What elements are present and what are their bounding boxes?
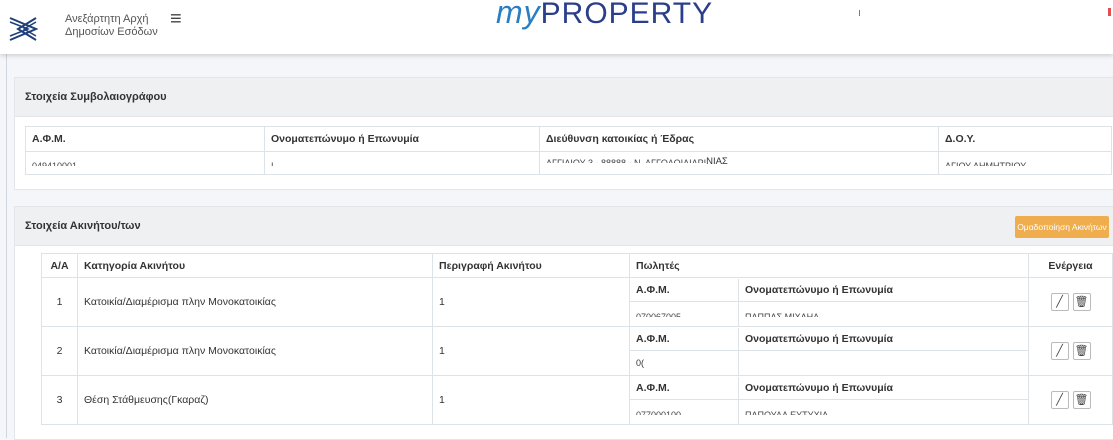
notary-address: ΑΓΓΙΑΙΟΥ 3 - 88888 - Ν. ΑΓΓΟΛΟΙΑΙΑΡΙΝΙΑΣ: [539, 151, 939, 175]
seller-col-name: Ονοματεπώνυμο ή Επωνυμία: [738, 327, 1028, 351]
sellers-subtable: Α.Φ.Μ. Ονοματεπώνυμο ή Επωνυμία 077000100…: [630, 376, 1029, 424]
row-aa: 1: [41, 277, 78, 327]
notary-doy-value: ΑΓΙΟΥ ΔΗΜΗΤΡΙΟΥ: [945, 161, 1027, 166]
table-row: 3 Θέση Στάθμευσης(Γκαραζ) 1 Α.Φ.Μ. Ονοματ…: [41, 375, 1113, 425]
seller-name: [739, 350, 1029, 375]
left-border: [6, 54, 7, 438]
notary-afm: 049410001: [25, 151, 265, 175]
header-marker-right: [1108, 8, 1111, 16]
row-actions: ╱ 🗑: [1028, 277, 1113, 327]
sellers-subtable: Α.Φ.Μ. Ονοματεπώνυμο ή Επωνυμία 0(: [630, 327, 1029, 375]
row-description: 1: [432, 375, 630, 425]
col-aa: Α/Α: [41, 253, 78, 278]
menu-icon[interactable]: ≡: [170, 8, 182, 31]
row-aa: 2: [41, 326, 78, 376]
col-name: Ονοματεπώνυμο ή Επωνυμία: [264, 126, 540, 152]
notary-name-value: Ι: [271, 161, 274, 166]
row-actions: ╱ 🗑: [1028, 375, 1113, 425]
seller-col-afm: Α.Φ.Μ.: [630, 376, 739, 400]
top-bar: Ανεξάρτητη Αρχή Δημοσίων Εσόδων ≡ myPROP…: [0, 0, 1113, 54]
seller-afm-value: 070067005: [636, 311, 682, 317]
seller-afm: 070067005: [630, 301, 739, 326]
trash-icon[interactable]: 🗑: [1072, 391, 1091, 409]
row-description: 1: [432, 326, 630, 376]
notary-card-header: Στοιχεία Συμβολαιογράφου: [15, 78, 1113, 117]
properties-table: Α/Α Κατηγορία Ακινήτου Περιγραφή Ακινήτο…: [41, 253, 1113, 425]
edit-icon[interactable]: ╱: [1050, 391, 1069, 409]
col-doy: Δ.Ο.Υ.: [938, 126, 1112, 152]
aade-logo: [9, 17, 38, 41]
edit-icon[interactable]: ╱: [1050, 342, 1069, 360]
col-address: Διεύθυνση κατοικίας ή Έδρας: [539, 126, 939, 152]
brand-title: myPROPERTY: [496, 0, 713, 31]
seller-col-afm: Α.Φ.Μ.: [630, 327, 739, 351]
brand-rest: PROPERTY: [540, 0, 714, 30]
notary-name: Ι: [264, 151, 540, 175]
properties-card: Στοιχεία Ακινήτου/των Ομαδοποίηση Ακινήτ…: [14, 206, 1113, 440]
trash-icon[interactable]: 🗑: [1072, 342, 1091, 360]
seller-name: ΠΑΠΠΑΣ ΜΙΧΑΗΛ: [739, 301, 1029, 326]
seller-col-afm: Α.Φ.Μ.: [630, 278, 739, 302]
sellers-subtable: Α.Φ.Μ. Ονοματεπώνυμο ή Επωνυμία 070067005…: [630, 278, 1029, 326]
seller-col-name: Ονοματεπώνυμο ή Επωνυμία: [738, 278, 1028, 302]
user-area: [862, 0, 1107, 44]
seller-afm: 077000100: [630, 399, 739, 424]
notary-table: Α.Φ.Μ. Ονοματεπώνυμο ή Επωνυμία Διεύθυνσ…: [25, 126, 1112, 175]
org-name-line1: Ανεξάρτητη Αρχή: [65, 13, 149, 25]
notary-card: Στοιχεία Συμβολαιογράφου Α.Φ.Μ. Ονοματεπ…: [14, 77, 1113, 190]
row-actions: ╱ 🗑: [1028, 326, 1113, 376]
row-category: Θέση Στάθμευσης(Γκαραζ): [77, 375, 433, 425]
edit-icon[interactable]: ╱: [1050, 293, 1069, 311]
row-category: Κατοικία/Διαμέρισμα πλην Μονοκατοικίας: [77, 277, 433, 327]
notary-doy: ΑΓΙΟΥ ΔΗΜΗΤΡΙΟΥ: [938, 151, 1112, 175]
group-properties-button[interactable]: Ομαδοποίηση Ακινήτων: [1015, 216, 1109, 238]
notary-afm-value: 049410001: [32, 161, 78, 166]
row-sellers: Α.Φ.Μ. Ονοματεπώνυμο ή Επωνυμία 0(: [629, 326, 1029, 376]
seller-col-name: Ονοματεπώνυμο ή Επωνυμία: [738, 376, 1028, 400]
col-actions: Ενέργεια: [1028, 253, 1113, 278]
row-category: Κατοικία/Διαμέρισμα πλην Μονοκατοικίας: [77, 326, 433, 376]
table-row: 2 Κατοικία/Διαμέρισμα πλην Μονοκατοικίας…: [41, 326, 1113, 376]
seller-name-value: ΠΑΠΠΑΣ ΜΙΧΑΗΛ: [745, 311, 820, 317]
col-afm: Α.Φ.Μ.: [25, 126, 265, 152]
seller-name-value: ΠΑΠΟΥΛΑ ΕΥΤΥΧΙΑ: [745, 409, 829, 415]
col-sellers: Πωλητές: [629, 253, 1029, 278]
org-name-line2: Δημοσίων Εσόδων: [65, 26, 158, 38]
col-category: Κατηγορία Ακινήτου: [77, 253, 433, 278]
row-description: 1: [432, 277, 630, 327]
row-sellers: Α.Φ.Μ. Ονοματεπώνυμο ή Επωνυμία 077000100…: [629, 375, 1029, 425]
seller-name: ΠΑΠΟΥΛΑ ΕΥΤΥΧΙΑ: [739, 399, 1029, 424]
row-aa: 3: [41, 375, 78, 425]
org-name: Ανεξάρτητη Αρχή Δημοσίων Εσόδων: [65, 13, 158, 39]
seller-afm: 0(: [630, 350, 739, 375]
notary-address-clipped: ΑΓΓΙΑΙΟΥ 3 - 88888 - Ν. ΑΓΓΟΛΟΙΑΙΑΡΙ: [546, 158, 707, 163]
col-description: Περιγραφή Ακινήτου: [432, 253, 630, 278]
notary-address-tail: ΝΙΑΣ: [706, 156, 728, 167]
trash-icon[interactable]: 🗑: [1072, 293, 1091, 311]
row-sellers: Α.Φ.Μ. Ονοματεπώνυμο ή Επωνυμία 070067005…: [629, 277, 1029, 327]
notary-title: Στοιχεία Συμβολαιογράφου: [25, 91, 167, 103]
properties-card-header: Στοιχεία Ακινήτου/των Ομαδοποίηση Ακινήτ…: [15, 207, 1113, 246]
brand-my: my: [496, 0, 541, 30]
seller-afm-value: 077000100: [636, 409, 682, 415]
header-marker: [859, 10, 860, 16]
properties-title: Στοιχεία Ακινήτου/των: [25, 220, 141, 232]
table-row: 1 Κατοικία/Διαμέρισμα πλην Μονοκατοικίας…: [41, 277, 1113, 327]
